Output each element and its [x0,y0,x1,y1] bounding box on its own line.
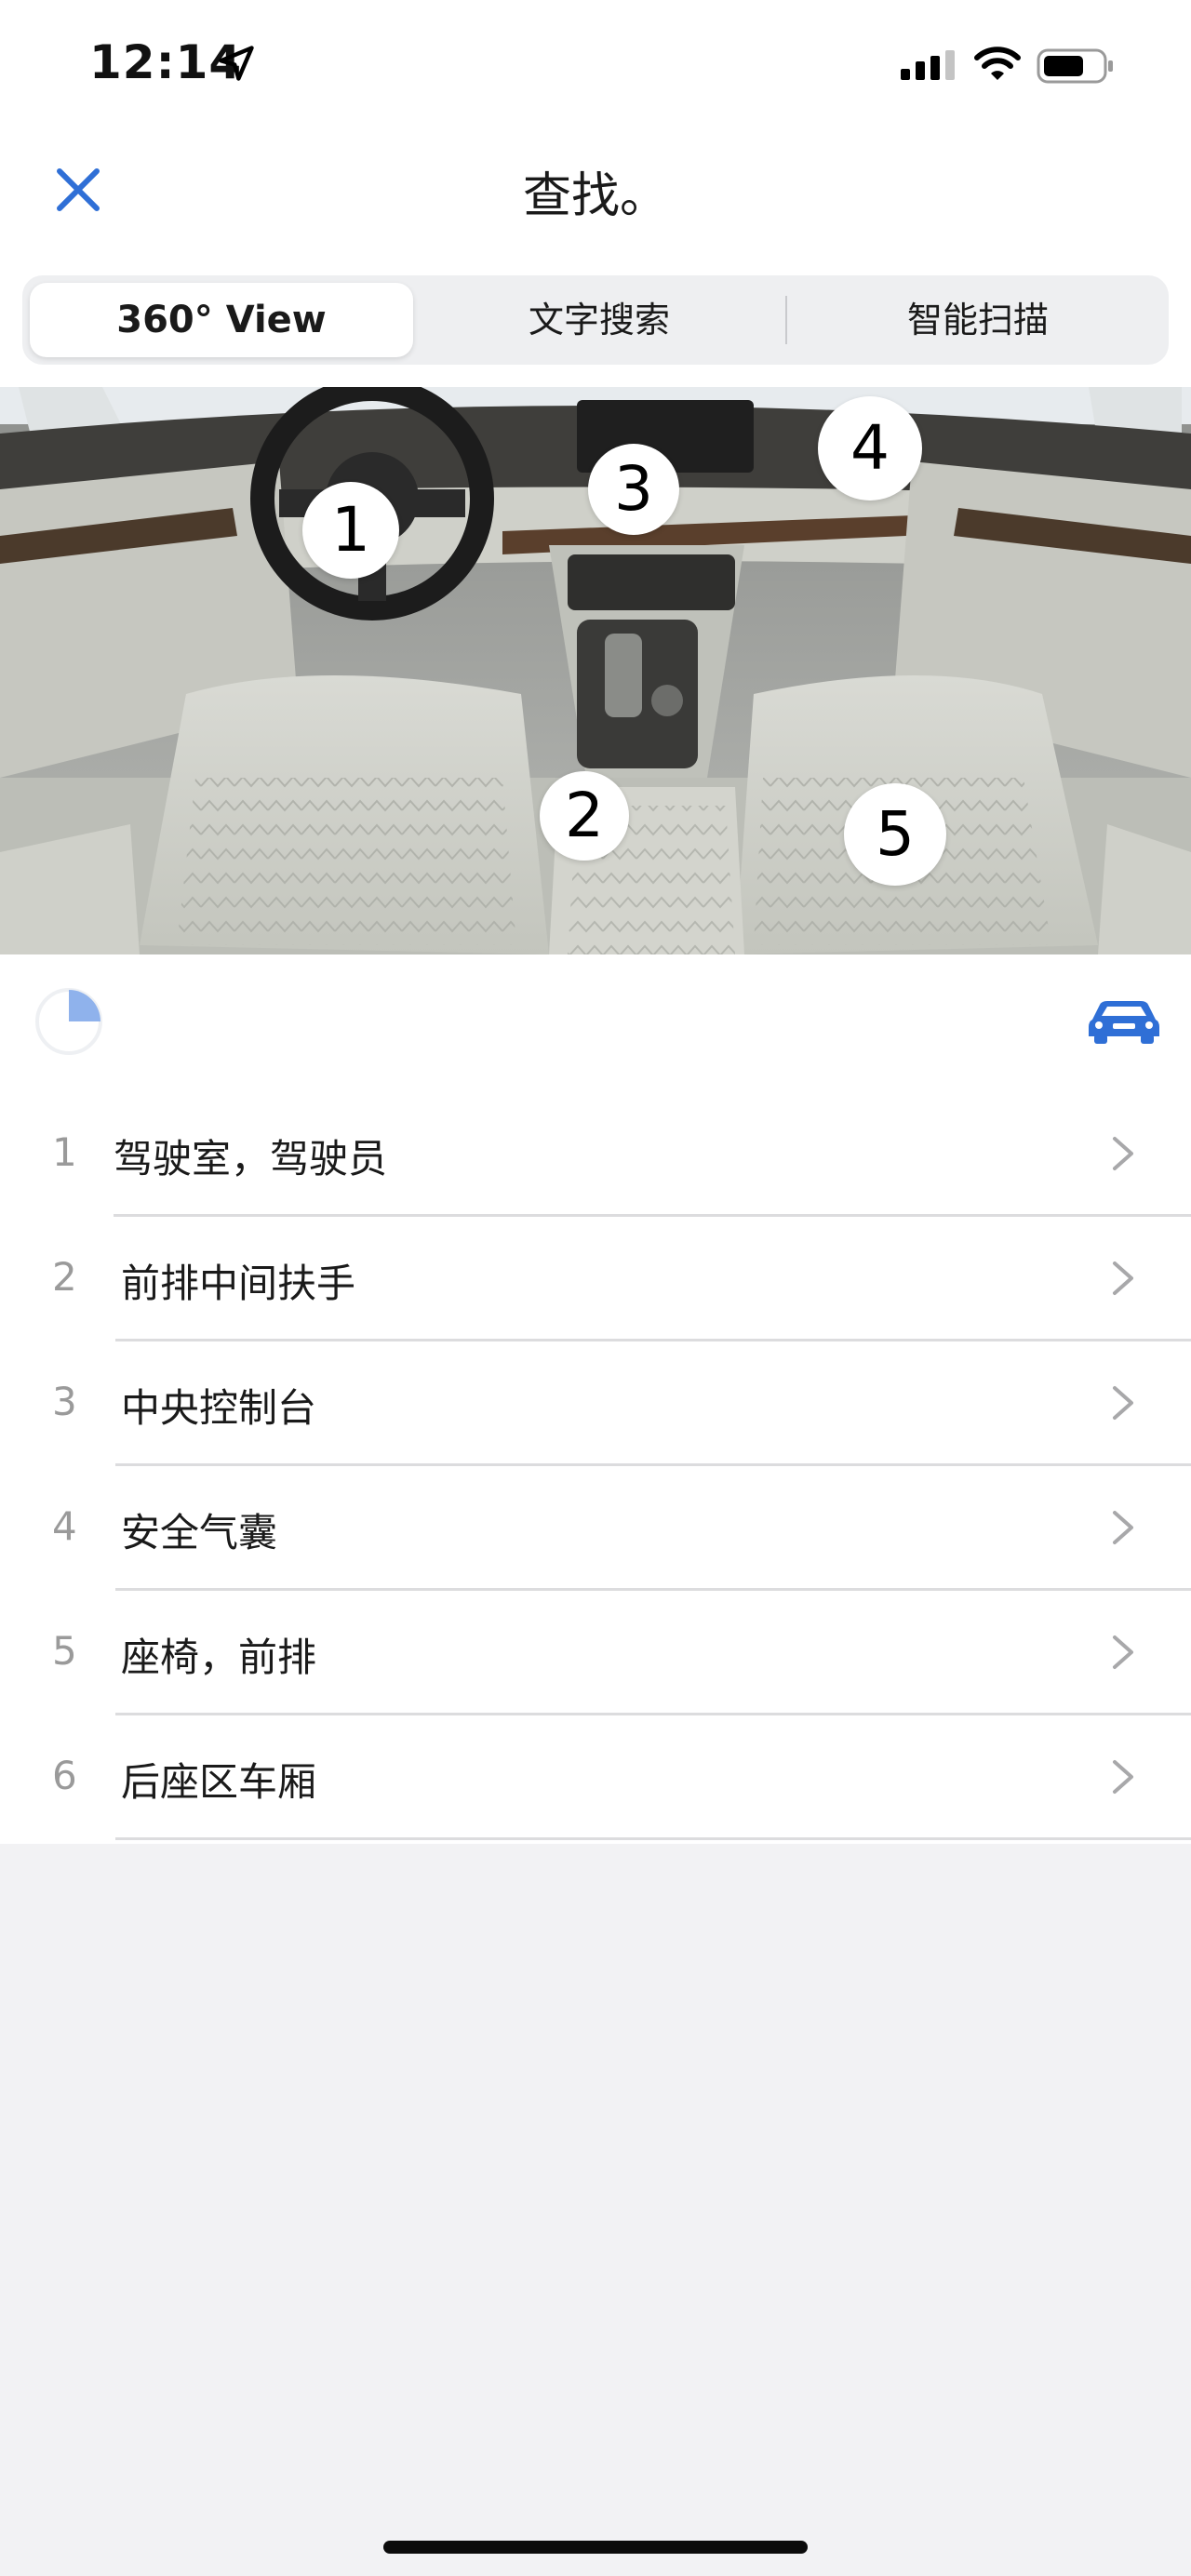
chevron-right-icon [1113,1137,1133,1170]
battery-icon [1037,48,1113,84]
home-indicator[interactable] [383,2541,808,2554]
loading-spinner-icon [35,988,102,1055]
chevron-right-icon [1113,1261,1133,1295]
chevron-right-icon [1113,1760,1133,1794]
list-item-number: 6 [52,1753,77,1798]
list-item[interactable]: 5 座椅，前排 [0,1591,1191,1715]
view-mode-segmented-control: 360° View 文字搜索 智能扫描 [22,275,1169,365]
list-item-number: 4 [52,1503,77,1549]
list-item-number: 3 [52,1379,77,1424]
chevron-right-icon [1113,1386,1133,1420]
list-separator [115,1837,1191,1840]
hotspot-2[interactable]: 2 [540,771,629,861]
cellular-signal-icon [901,50,955,80]
list-item[interactable]: 2 前排中间扶手 [0,1217,1191,1341]
list-item-label: 前排中间扶手 [121,1261,356,1306]
wifi-icon [974,47,1021,80]
chevron-right-icon [1113,1511,1133,1544]
hotspot-1[interactable]: 1 [302,482,399,579]
hotspot-4[interactable]: 4 [818,396,922,501]
list-item[interactable]: 1 驾驶室，驾驶员 [0,1092,1191,1217]
list-item-number: 5 [52,1628,77,1674]
car-icon[interactable] [1087,995,1161,1044]
list-item-number: 1 [52,1129,77,1175]
list-item[interactable]: 6 后座区车厢 [0,1715,1191,1840]
car-interior-360-view[interactable]: 1 2 3 4 5 [0,387,1191,954]
list-item[interactable]: 3 中央控制台 [0,1341,1191,1466]
list-item-label: 座椅，前排 [121,1635,317,1680]
location-list: 1 驾驶室，驾驶员 2 前排中间扶手 3 中央控制台 4 安全气囊 5 座椅，前… [0,1092,1191,1840]
tab-smart-scan[interactable]: 智能扫描 [787,275,1169,365]
page-title: 查找。 [522,168,668,224]
list-item-label: 驾驶室，驾驶员 [114,1136,388,1181]
hotspot-3[interactable]: 3 [588,444,679,535]
status-bar: 12:14 [0,0,1191,130]
tab-360-view[interactable]: 360° View [30,283,413,357]
list-item-label: 中央控制台 [121,1385,317,1431]
list-item[interactable]: 4 安全气囊 [0,1466,1191,1591]
location-arrow-icon [219,46,254,81]
list-item-number: 2 [52,1254,77,1300]
hotspot-5[interactable]: 5 [844,783,946,886]
list-item-label: 后座区车厢 [121,1759,317,1805]
tab-text-search[interactable]: 文字搜索 [413,275,785,365]
chevron-right-icon [1113,1635,1133,1669]
list-item-label: 安全气囊 [121,1510,278,1555]
